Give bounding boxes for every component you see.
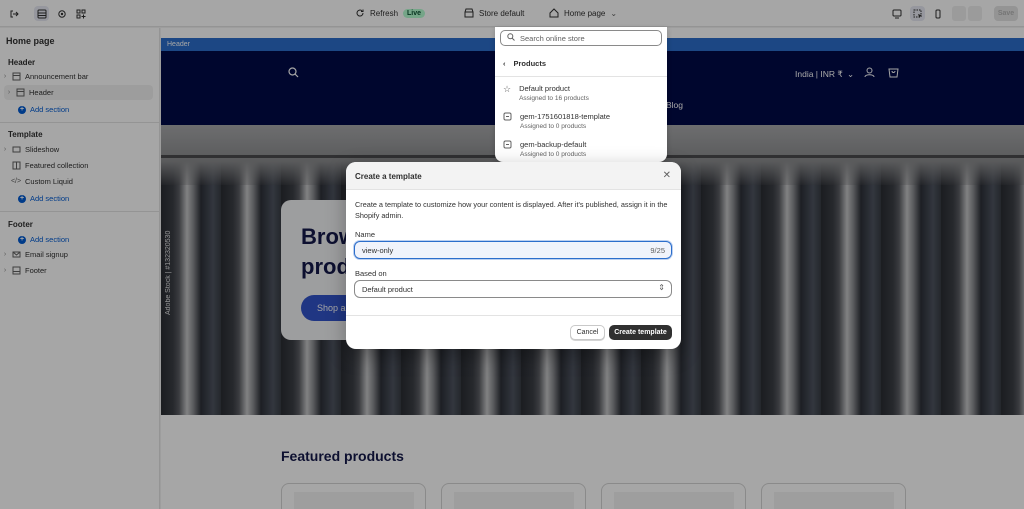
template-subtitle: Assigned to 0 products [520, 151, 587, 158]
close-icon[interactable]: ✕ [663, 170, 671, 181]
create-template-modal: Create a template ✕ Create a template to… [346, 162, 681, 349]
template-option[interactable]: gem-backup-default Assigned to 0 product… [503, 140, 586, 158]
name-label: Name [355, 230, 376, 239]
modal-description: Create a template to customize how your … [355, 200, 668, 220]
template-subtitle: Assigned to 0 products [520, 123, 587, 130]
modal-header: Create a template ✕ [346, 162, 681, 190]
template-option[interactable]: ☆ Default product Assigned to 16 product… [503, 84, 589, 102]
chevron-left-icon: ‹ [503, 59, 506, 68]
template-option[interactable]: gem-1751601818-template Assigned to 0 pr… [503, 112, 610, 130]
star-icon: ☆ [503, 84, 512, 94]
divider [346, 315, 681, 316]
based-on-select[interactable]: Default product ⇕ [354, 280, 672, 298]
page-picker-dropdown: Search online store ‹ Products ☆ Default… [495, 27, 667, 162]
modal-title: Create a template [355, 172, 422, 181]
divider [495, 76, 667, 77]
template-subtitle: Assigned to 16 products [519, 95, 589, 102]
select-arrows-icon: ⇕ [658, 283, 665, 292]
create-template-button[interactable]: Create template [609, 325, 672, 340]
search-icon [507, 33, 515, 43]
search-store-field[interactable]: Search online store [500, 30, 662, 46]
template-title: Default product [519, 84, 570, 93]
back-to-products[interactable]: ‹ Products [503, 59, 546, 68]
template-title: gem-1751601818-template [520, 112, 611, 121]
template-icon [503, 112, 512, 130]
cancel-button[interactable]: Cancel [570, 325, 605, 340]
based-on-label: Based on [355, 269, 387, 278]
character-counter: 9/25 [650, 246, 665, 255]
name-value: view-only [362, 246, 394, 255]
based-on-value: Default product [362, 285, 413, 294]
name-field[interactable]: view-only 9/25 [354, 241, 672, 259]
search-placeholder: Search online store [520, 33, 585, 43]
products-heading: Products [513, 59, 547, 68]
template-title: gem-backup-default [520, 140, 587, 149]
template-icon [503, 140, 512, 158]
